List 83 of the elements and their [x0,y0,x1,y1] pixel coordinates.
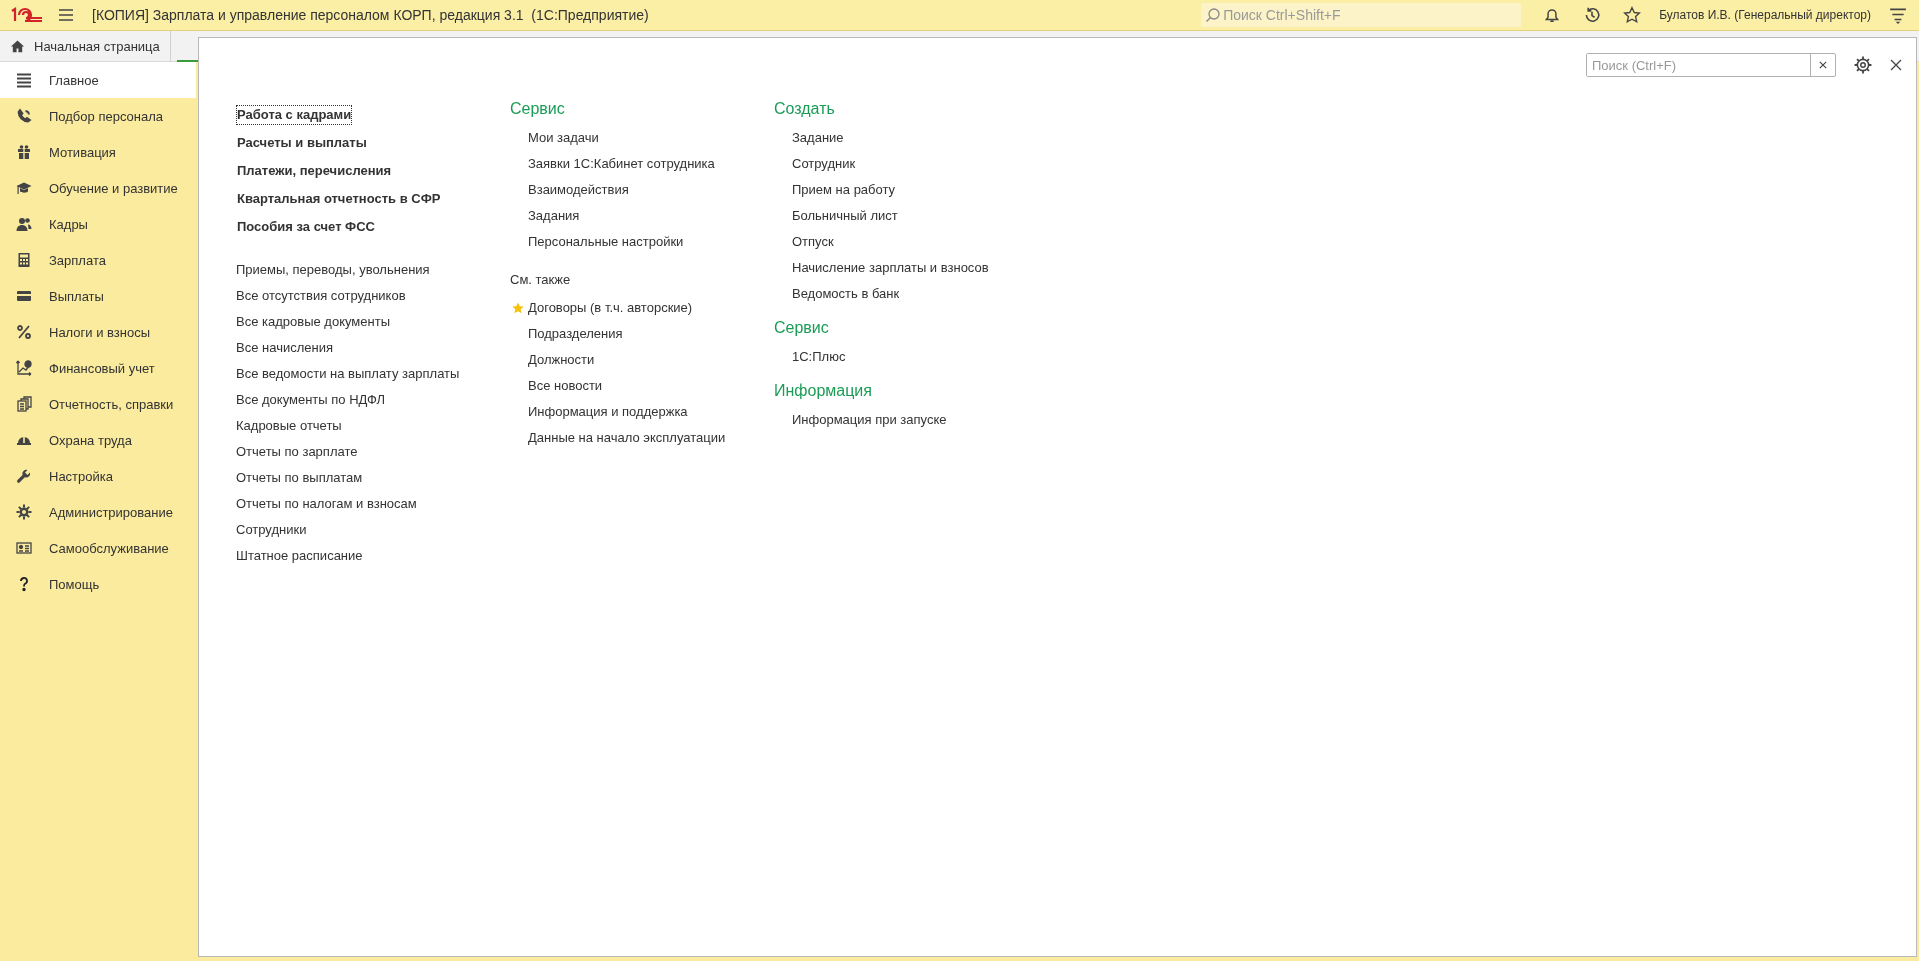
sidebar-item[interactable]: Настройка [0,458,196,494]
cap-icon [16,180,32,196]
docs-icon [16,396,32,412]
menu-link[interactable]: Больничный лист [792,203,898,229]
menu-link[interactable]: Все ведомости на выплату зарплаты [236,361,460,387]
sidebar-item[interactable]: Обучение и развитие [0,170,196,206]
sidebar-item[interactable]: Самообслуживание [0,530,196,566]
menu-link[interactable]: Должности [528,347,595,373]
see-also-label: См. также [510,271,571,289]
gear-icon [16,504,32,520]
sidebar-item[interactable]: Помощь [0,566,196,602]
menu-link[interactable]: Прием на работу [792,177,896,203]
menu-link[interactable]: Отчеты по зарплате [236,439,358,465]
sidebar-item[interactable]: Администрирование [0,494,196,530]
sidebar-item[interactable]: Отчетность, справки [0,386,196,422]
wrench-icon [16,468,32,484]
menu-link[interactable]: Задание [792,125,844,151]
group-title: Информация [774,381,872,401]
user-name[interactable]: Булатов И.В. (Генеральный директор) [1659,8,1871,22]
sidebar-item[interactable]: Зарплата [0,242,196,278]
menu-link[interactable]: Данные на начало эксплуатации [528,425,726,451]
menu-link[interactable]: 1С:Плюс [792,344,846,370]
sidebar-item[interactable]: Финансовый учет [0,350,196,386]
search-field[interactable]: Поиск Ctrl+Shift+F [1201,3,1522,27]
menu-link[interactable]: Договоры (в т.ч. авторские) [528,295,693,321]
menu-link[interactable]: Мои задачи [528,125,599,151]
phone-icon [16,108,32,124]
star-icon[interactable] [1623,6,1642,24]
idcard-icon [16,540,32,556]
menu-link[interactable]: Все кадровые документы [236,309,390,335]
menu-link[interactable]: Все документы по НДФЛ [236,387,386,413]
sidebar-item[interactable]: Мотивация [0,134,196,170]
clear-icon[interactable] [1819,61,1827,69]
group-title: Сервис [510,99,565,119]
settings-icon[interactable] [1854,56,1872,74]
sidebar-item[interactable]: Налоги и взносы [0,314,196,350]
calc-icon [16,252,32,268]
menu-link[interactable]: Все отсутствия сотрудников [236,283,406,309]
search-field[interactable]: Поиск (Ctrl+F) [1586,53,1836,77]
chart-icon [16,360,32,376]
section-link[interactable]: Пособия за счет ФСС [236,217,376,237]
menu-link[interactable]: Информация при запуске [792,407,947,433]
group-title: Создать [774,99,835,119]
people-icon [16,216,32,232]
menu-link[interactable]: Персональные настройки [528,229,684,255]
logo-icon[interactable] [10,7,44,23]
sidebar-item[interactable]: Охрана труда [0,422,196,458]
group-title: Сервис [774,318,829,338]
section-link[interactable]: Расчеты и выплаты [236,133,368,153]
star-icon[interactable] [512,302,524,314]
menu-link[interactable]: Отчеты по выплатам [236,465,363,491]
percent-icon [16,324,32,340]
menu-link[interactable]: Сотрудник [792,151,856,177]
menu-link[interactable]: Информация и поддержка [528,399,688,425]
section-link[interactable]: Платежи, перечисления [236,161,393,181]
sidebar-item[interactable]: Подбор персонала [0,98,196,134]
menu-link[interactable]: Штатное расписание [236,543,363,569]
menu-link[interactable]: Кадровые отчеты [236,413,342,439]
history-icon[interactable] [1583,6,1602,24]
home-icon [10,38,25,54]
search-icon [1205,7,1222,23]
menu-link[interactable]: Отпуск [792,229,834,255]
section-link[interactable]: Работа с кадрами [236,105,353,125]
menu-link[interactable]: Подразделения [528,321,623,347]
section-link[interactable]: Квартальная отчетность в СФР [236,189,442,209]
gift-icon [16,144,32,160]
sidebar-item[interactable]: Кадры [0,206,196,242]
menu-link[interactable]: Все новости [528,373,603,399]
menu-link[interactable]: Все начисления [236,335,333,361]
menu-link[interactable]: Приемы, переводы, увольнения [236,257,430,283]
menu-link[interactable]: Сотрудники [236,517,307,543]
window-title: [КОПИЯ] Зарплата и управление персоналом КОРП, редакция 3.1 (1С:Предприятие) [92,7,649,23]
sidebar-item[interactable]: Главное [0,62,196,98]
sidebar-item[interactable]: Выплаты [0,278,196,314]
close-icon[interactable] [1890,59,1902,71]
bell-icon[interactable] [1543,6,1562,24]
card-icon [16,288,32,304]
menu-link[interactable]: Заявки 1С:Кабинет сотрудника [528,151,715,177]
menu-link[interactable]: Начисление зарплаты и взносов [792,255,989,281]
menu-link[interactable]: Задания [528,203,580,229]
menu-link[interactable]: Взаимодействия [528,177,629,203]
menu-link[interactable]: Ведомость в банк [792,281,900,307]
menu-link[interactable]: Отчеты по налогам и взносам [236,491,417,517]
